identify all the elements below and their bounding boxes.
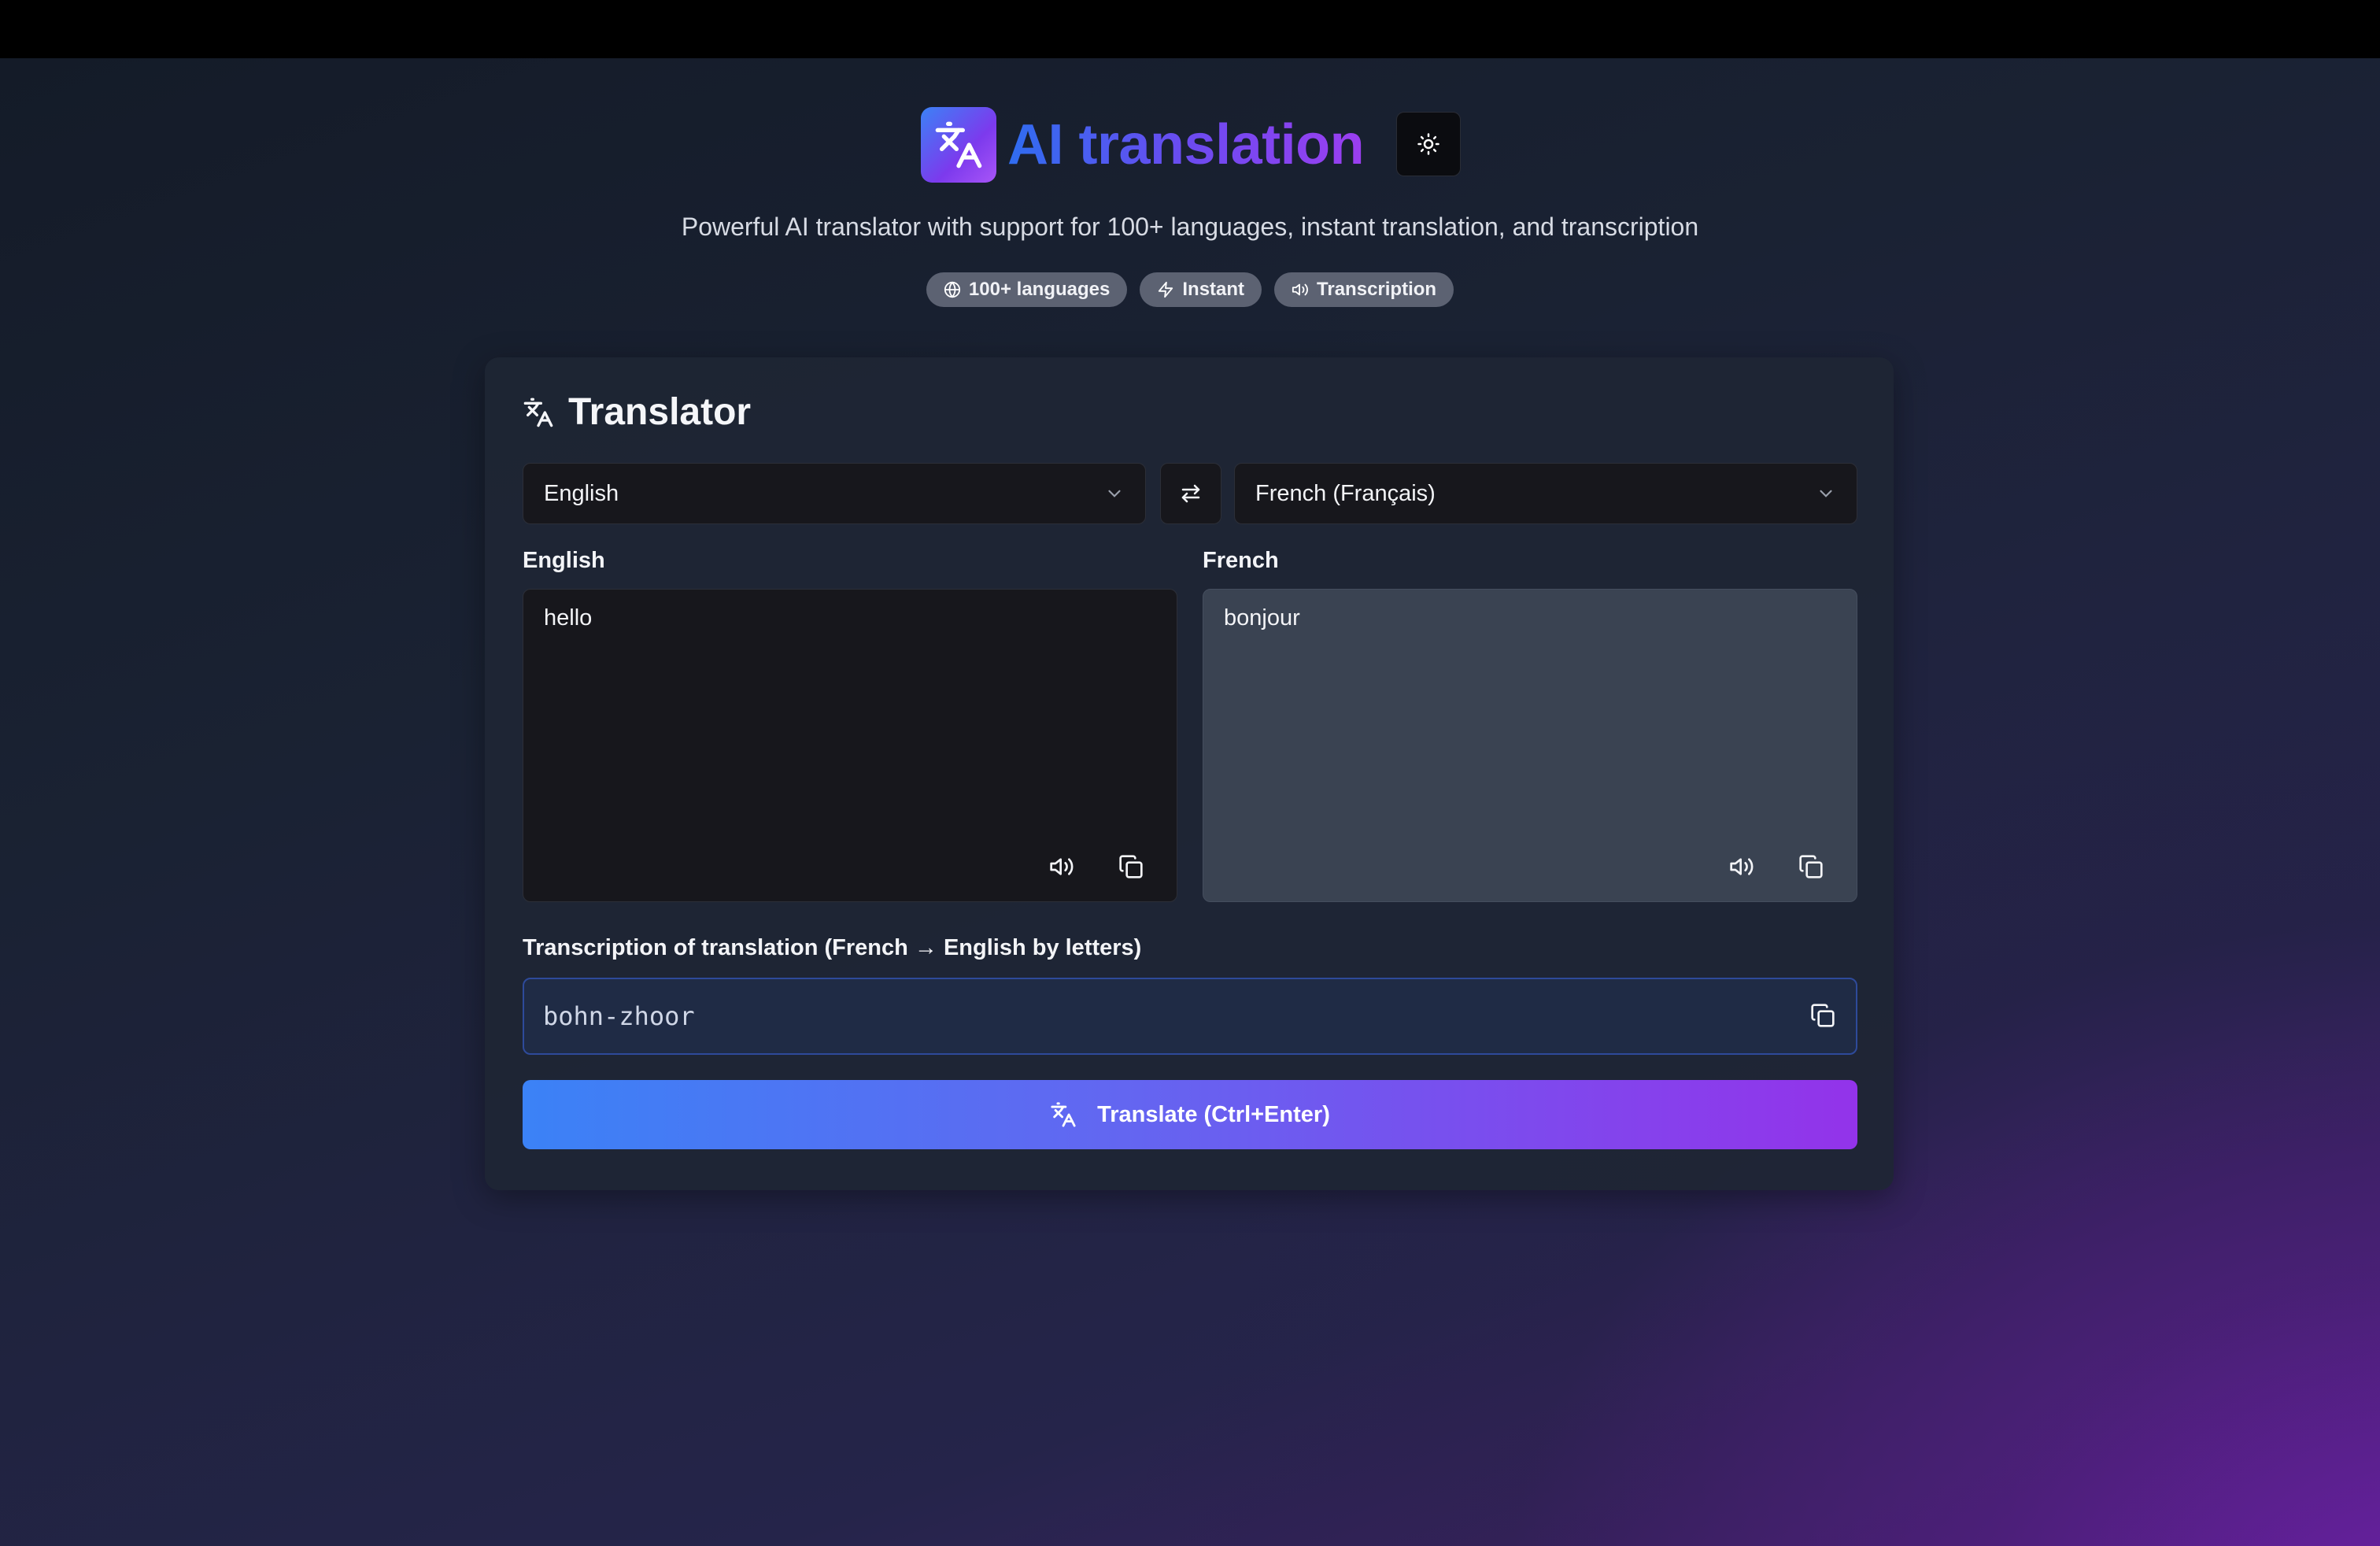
speaker-icon: [1050, 858, 1074, 875]
source-text-input[interactable]: hello: [523, 589, 1177, 902]
speaker-icon: [1730, 858, 1754, 875]
target-language-select[interactable]: French (Français): [1234, 463, 1857, 524]
feature-badges: 100+ languages Instant Transcription: [0, 272, 2380, 307]
translator-card: Translator English French (Français) Eng…: [485, 357, 1894, 1190]
swap-languages-button[interactable]: [1160, 463, 1221, 524]
badge-languages: 100+ languages: [926, 272, 1128, 307]
window-top-bar: [0, 0, 2380, 58]
header: AI translation: [0, 107, 2380, 186]
translate-icon: [523, 398, 553, 427]
speaker-icon: [1292, 283, 1308, 296]
source-speak-button[interactable]: [1046, 851, 1077, 882]
chevron-down-icon: [1820, 490, 1832, 497]
app-title: AI translation: [1007, 113, 1365, 176]
globe-icon: [944, 281, 961, 298]
badge-label: 100+ languages: [968, 279, 1111, 300]
source-pane-label: English: [523, 548, 605, 573]
target-copy-button[interactable]: [1795, 851, 1827, 882]
transcription-copy-button[interactable]: [1807, 1000, 1839, 1031]
badge-transcription: Transcription: [1274, 272, 1454, 307]
translate-logo-icon: [921, 107, 996, 183]
source-copy-button[interactable]: [1115, 851, 1147, 882]
subtitle: Powerful AI translator with support for …: [681, 213, 1699, 241]
transcription-box: bohn-zhoor: [523, 978, 1857, 1055]
sun-icon: [1417, 133, 1439, 155]
translated-text: bonjour: [1224, 605, 1300, 631]
target-pane-label: French: [1203, 548, 1279, 573]
copy-icon: [1811, 1004, 1835, 1027]
target-language-value: French (Français): [1255, 480, 1436, 506]
page: AI translation Powerful AI translator wi…: [0, 58, 2380, 1546]
card-title: Translator: [523, 390, 751, 434]
lightning-icon: [1159, 281, 1173, 298]
translate-button[interactable]: Translate (Ctrl+Enter): [523, 1080, 1857, 1149]
target-speak-button[interactable]: [1726, 851, 1757, 882]
badge-label: Transcription: [1317, 279, 1437, 300]
theme-toggle-button[interactable]: [1396, 112, 1461, 176]
copy-icon: [1799, 855, 1823, 878]
card-title-text: Translator: [568, 391, 752, 433]
chevron-down-icon: [1108, 490, 1121, 497]
source-text: hello: [544, 605, 593, 631]
translate-icon: [1051, 1102, 1076, 1127]
badge-instant: Instant: [1140, 272, 1262, 307]
swap-arrows-icon: [1181, 484, 1200, 503]
transcription-label: Transcription of translation (French → E…: [523, 935, 1142, 960]
translate-button-label: Translate (Ctrl+Enter): [1097, 1101, 1330, 1127]
copy-icon: [1119, 855, 1143, 878]
translation-output: bonjour: [1203, 589, 1857, 902]
source-language-value: English: [544, 480, 619, 506]
transcription-text: bohn-zhoor: [543, 1001, 695, 1031]
badge-label: Instant: [1182, 279, 1245, 300]
source-language-select[interactable]: English: [523, 463, 1146, 524]
